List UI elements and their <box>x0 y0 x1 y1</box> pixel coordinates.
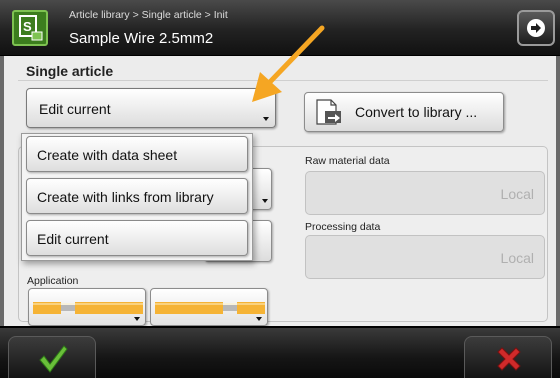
chevron-down-icon <box>263 117 269 121</box>
mode-select-value: Edit current <box>39 101 111 117</box>
menu-item-create-with-data-sheet[interactable]: Create with data sheet <box>26 136 248 172</box>
raw-material-label: Raw material data <box>305 155 390 167</box>
annotation-arrow-icon <box>252 25 325 102</box>
processing-value: Local <box>500 250 534 266</box>
wire-icon <box>155 302 265 314</box>
application-label: Application <box>27 275 79 287</box>
mode-select[interactable]: Edit current <box>26 88 276 128</box>
wire-icon <box>33 302 143 314</box>
ok-button[interactable] <box>8 336 96 378</box>
processing-label: Processing data <box>305 221 381 233</box>
convert-to-library-button[interactable]: Convert to library ... <box>304 92 504 132</box>
checkmark-icon <box>39 345 68 373</box>
convert-button-label: Convert to library ... <box>355 104 478 120</box>
cross-icon <box>497 347 521 371</box>
processing-field: Local <box>305 235 545 279</box>
section-title: Single article <box>26 63 114 79</box>
svg-text:S: S <box>23 19 32 34</box>
menu-item-create-with-links[interactable]: Create with links from library <box>26 178 248 214</box>
chevron-down-icon <box>256 317 262 321</box>
mode-dropdown-menu: Create with data sheet Create with links… <box>21 133 253 261</box>
application-button-left[interactable] <box>28 288 146 326</box>
chevron-down-icon <box>262 199 268 203</box>
application-button-right[interactable] <box>150 288 268 326</box>
article-app-icon: S <box>12 10 48 46</box>
next-button[interactable] <box>517 10 555 46</box>
raw-material-field: Local <box>305 171 545 215</box>
cancel-button[interactable] <box>464 336 552 378</box>
menu-item-edit-current[interactable]: Edit current <box>26 220 248 256</box>
footer-bar <box>0 326 560 378</box>
breadcrumb: Article library > Single article > Init <box>69 9 228 21</box>
raw-material-value: Local <box>500 186 534 202</box>
chevron-down-icon <box>134 317 140 321</box>
page-title: Sample Wire 2.5mm2 <box>69 30 214 47</box>
